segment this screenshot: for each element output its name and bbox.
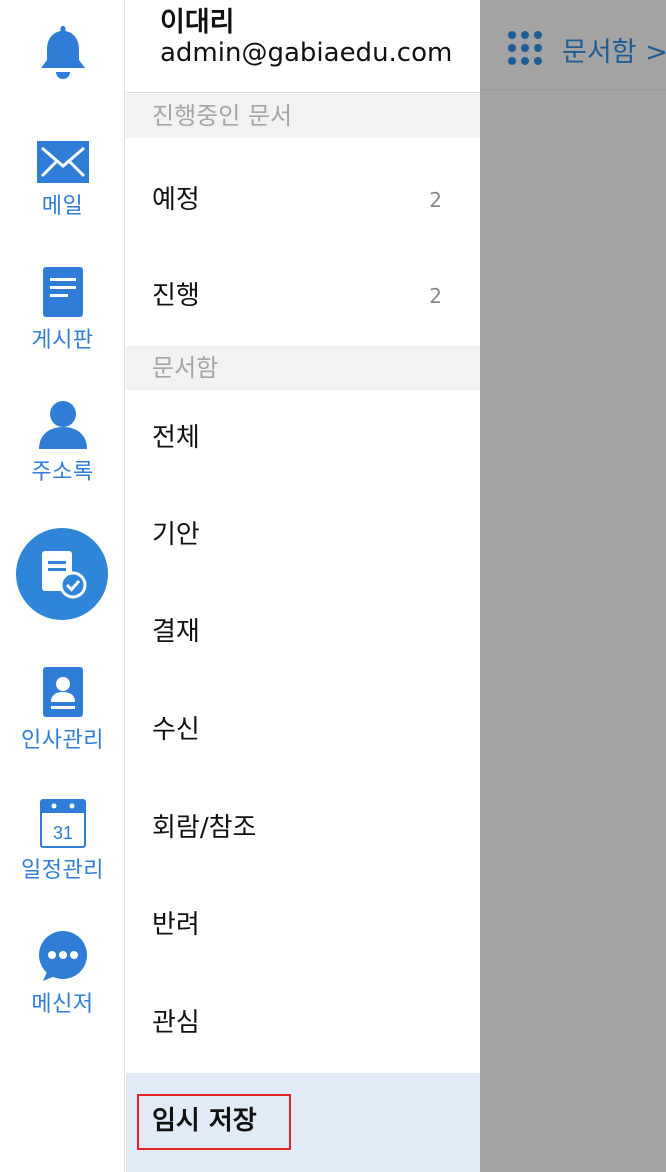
app-rail: 메일 게시판 주소록 인사관리 31 일정관리 메신저 [0, 0, 125, 1172]
calendar-icon: 31 [39, 799, 86, 848]
menu-item-label: 반려 [152, 910, 200, 940]
rail-label-contacts: 주소록 [31, 460, 94, 485]
rail-item-board[interactable]: 게시판 [0, 266, 125, 354]
rail-label-calendar: 일정관리 [21, 858, 104, 883]
menu-item-all[interactable]: 전체 [126, 390, 480, 486]
menu-item-rejected[interactable]: 반려 [126, 877, 480, 973]
rail-item-contacts[interactable]: 주소록 [0, 398, 125, 486]
rail-label-hr: 인사관리 [21, 728, 104, 753]
main-header: 문서함 > [480, 0, 666, 90]
section-header-in-progress: 진행중인 문서 [126, 94, 480, 138]
hr-icon [42, 667, 83, 717]
user-profile: 이대리 admin@gabiaedu.com [126, 0, 480, 93]
contact-icon [38, 401, 87, 449]
menu-item-favorites[interactable]: 관심 [126, 975, 480, 1071]
rail-label-mail: 메일 [41, 194, 84, 219]
rail-item-calendar[interactable]: 31 일정관리 [0, 798, 125, 884]
menu-item-count: 2 [429, 188, 442, 212]
nav-drawer: 이대리 admin@gabiaedu.com 진행중인 문서 예정 2 진행 2… [126, 0, 480, 1172]
menu-item-scheduled[interactable]: 예정 2 [126, 152, 480, 248]
user-email: admin@gabiaedu.com [160, 38, 453, 68]
rail-item-hr[interactable]: 인사관리 [0, 666, 125, 754]
menu-item-count: 2 [429, 284, 442, 308]
section-header-docbox: 문서함 [126, 346, 480, 390]
rail-item-messenger[interactable]: 메신저 [0, 930, 125, 1018]
board-icon [42, 267, 83, 317]
rail-label-board: 게시판 [31, 328, 94, 353]
page-title: 문서함 > [562, 37, 666, 68]
menu-item-draft[interactable]: 기안 [126, 487, 480, 583]
user-name: 이대리 [160, 7, 235, 38]
menu-item-label: 수신 [152, 715, 200, 745]
menu-item-circulation[interactable]: 회람/참조 [126, 780, 480, 876]
rail-item-approval[interactable] [16, 528, 108, 620]
menu-item-label: 진행 [152, 281, 200, 311]
menu-item-approval[interactable]: 결재 [126, 584, 480, 680]
calendar-day-text: 31 [52, 823, 72, 843]
mail-icon [36, 141, 89, 183]
approval-icon [42, 551, 87, 599]
rail-item-notifications[interactable] [0, 22, 125, 82]
dimmed-content-overlay[interactable]: 문서함 > [480, 0, 666, 1172]
menu-item-received[interactable]: 수신 [126, 682, 480, 778]
menu-item-label: 회람/참조 [152, 813, 257, 843]
bell-icon [40, 26, 85, 79]
menu-item-label: 기안 [152, 520, 200, 550]
menu-item-in-progress[interactable]: 진행 2 [126, 248, 480, 344]
messenger-icon [38, 931, 87, 981]
apps-grid-icon[interactable] [507, 30, 543, 66]
menu-item-label: 결재 [152, 617, 200, 647]
menu-item-label: 전체 [152, 423, 200, 453]
rail-label-messenger: 메신저 [31, 992, 94, 1017]
menu-item-label: 예정 [152, 185, 200, 215]
selection-highlight-box [137, 1094, 291, 1150]
menu-item-label: 관심 [152, 1008, 200, 1038]
rail-item-mail[interactable]: 메일 [0, 140, 125, 220]
